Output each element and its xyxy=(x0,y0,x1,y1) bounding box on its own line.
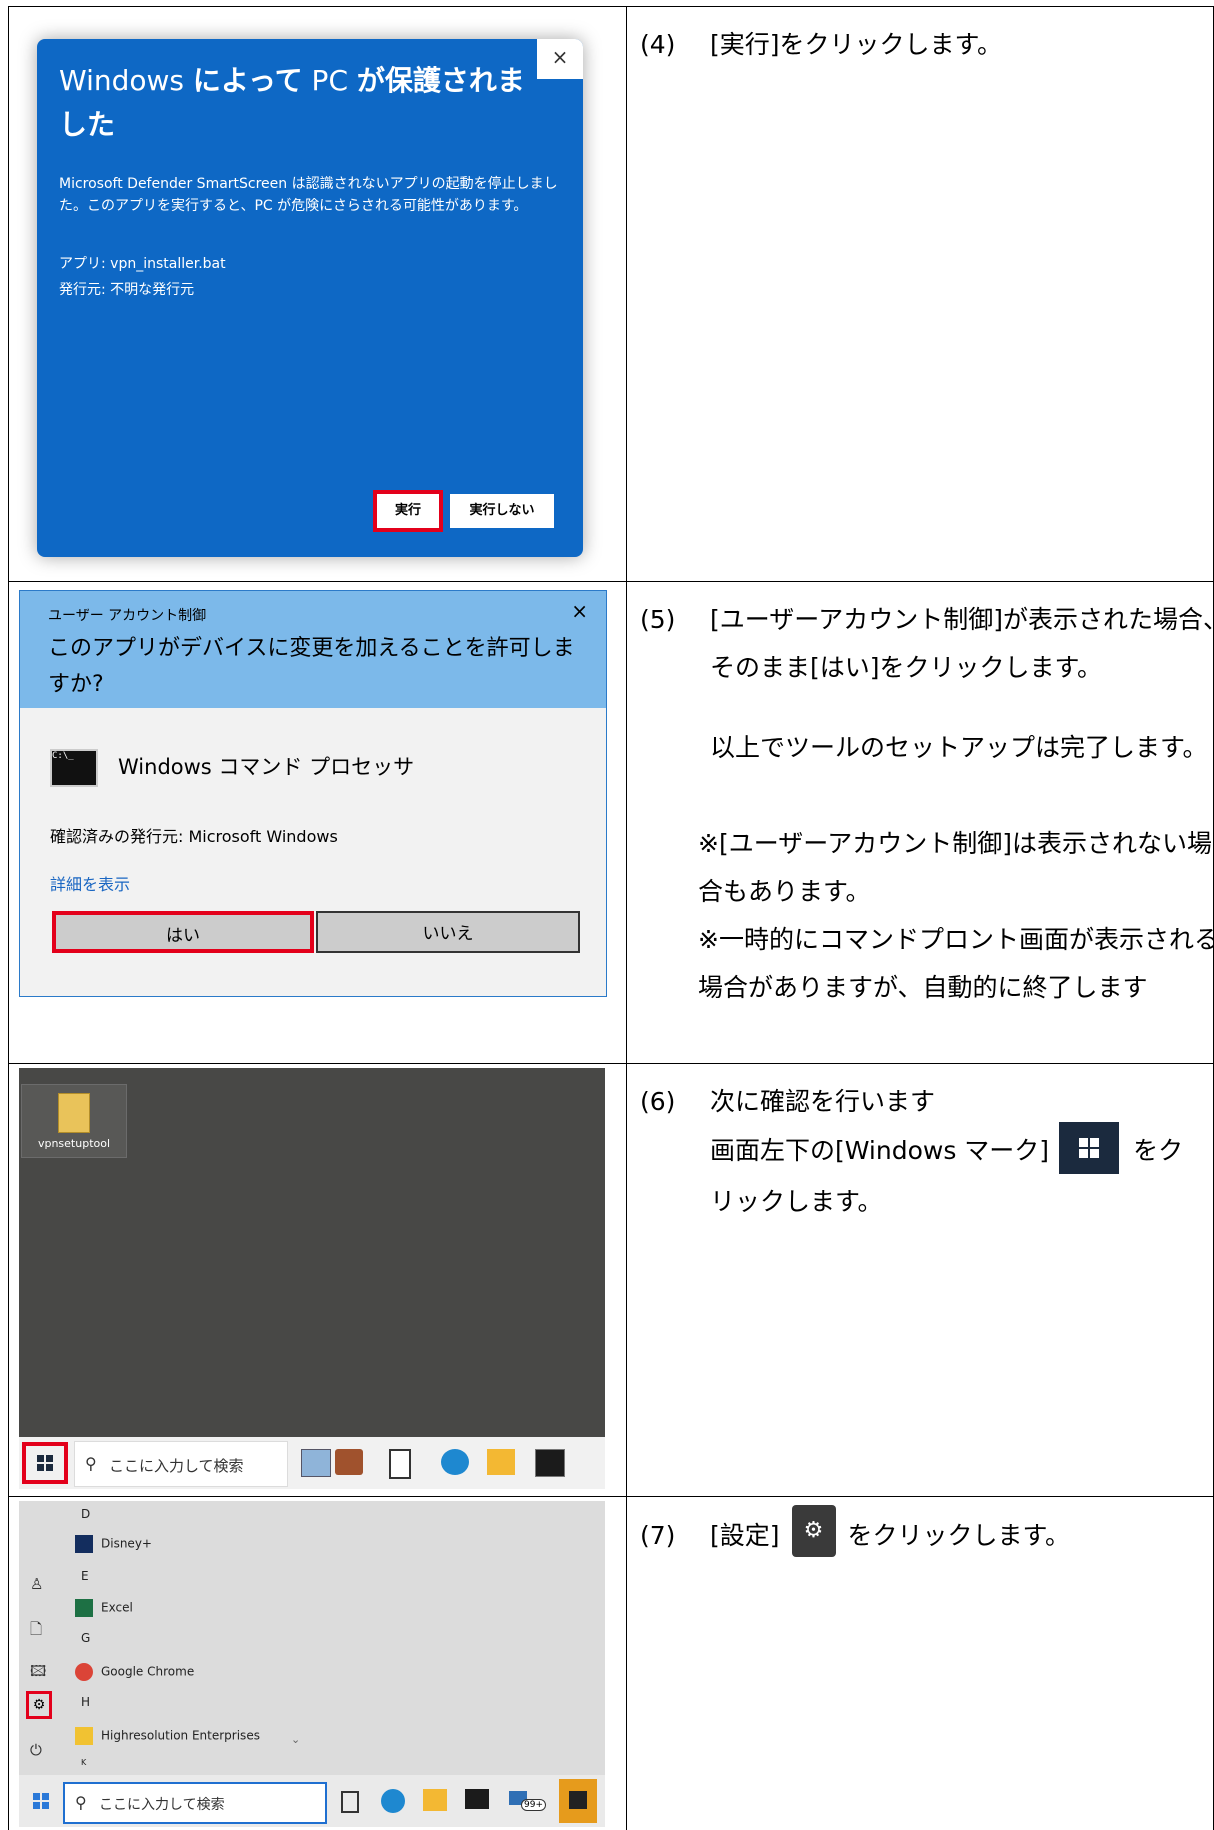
step-5-text-cont: そのまま[はい]をクリックします。 xyxy=(710,653,1103,682)
uac-title: ユーザー アカウント制御 xyxy=(48,608,207,624)
user-icon[interactable]: ♙ xyxy=(30,1575,43,1593)
task-view-icon[interactable] xyxy=(341,1791,359,1813)
taskbar-search[interactable]: ⚲ ここに入力して検索 xyxy=(74,1441,288,1487)
row7-screenshot-cell: ♙ 🗋 🖾 ⚙ ⏻ D Disney+ E Excel G Google Chr… xyxy=(8,1496,627,1830)
row6-instruction-cell: (6) 次に確認を行います 画面左下の[Windows マーク] をク リックします… xyxy=(626,1063,1214,1497)
row7-instruction-cell: (7) [設定] ⚙ をクリックします。 xyxy=(626,1496,1214,1830)
yes-button[interactable]: はい xyxy=(52,911,314,953)
start-menu-screenshot: ♙ 🗋 🖾 ⚙ ⏻ D Disney+ E Excel G Google Chr… xyxy=(19,1501,605,1827)
search-placeholder: ここに入力して検索 xyxy=(109,1457,244,1475)
show-details-link[interactable]: 詳細を表示 xyxy=(50,871,130,895)
uac-question: このアプリがデバイスに変更を加えることを許可しますか? xyxy=(48,636,575,697)
taskbar: ⚲ ここに入力して検索 99+ xyxy=(19,1775,605,1827)
chrome-icon xyxy=(75,1663,93,1681)
no-button[interactable]: いいえ xyxy=(316,911,580,953)
run-button[interactable]: 実行 xyxy=(373,490,443,532)
group-letter[interactable]: E xyxy=(81,1569,89,1583)
verified-publisher: 確認済みの発行元: Microsoft Windows xyxy=(50,827,338,846)
close-icon[interactable]: × xyxy=(571,599,588,623)
app-excel[interactable]: Excel xyxy=(75,1599,133,1617)
taskbar-search[interactable]: ⚲ ここに入力して検索 xyxy=(63,1782,327,1824)
uac-dialog: ユーザー アカウント制御 × このアプリがデバイスに変更を加えることを許可します… xyxy=(19,590,607,997)
row5-screenshot-cell: ユーザー アカウント制御 × このアプリがデバイスに変更を加えることを許可します… xyxy=(8,581,627,1064)
taskbar: ⚲ ここに入力して検索 xyxy=(19,1437,605,1489)
task-view-icon[interactable] xyxy=(389,1449,411,1479)
briefcase-icon[interactable] xyxy=(335,1449,363,1475)
row4-instruction-cell: (4) [実行]をクリックします。 xyxy=(626,6,1214,582)
row5-instruction-cell: (5) [ユーザーアカウント制御]が表示された場合、 そのまま[はい]をクリックし… xyxy=(626,581,1214,1064)
notification-badge: 99+ xyxy=(521,1799,546,1811)
laptop-icon[interactable] xyxy=(301,1449,331,1477)
step-6-text-cont: 画面左下の[Windows マーク] をク xyxy=(640,1122,1205,1178)
file-explorer-icon[interactable] xyxy=(487,1449,515,1475)
row4-screenshot-cell: × Windows によって PC が保護されました Microsoft Def… xyxy=(8,6,627,582)
folder-label: vpnsetuptool xyxy=(37,1137,111,1150)
chevron-down-icon[interactable]: ⌄ xyxy=(291,1733,300,1746)
step-7-text: (7) [設定] ⚙ をクリックします。 xyxy=(640,1505,1205,1563)
pictures-icon[interactable]: 🖾 xyxy=(30,1661,46,1686)
row6-screenshot-cell: vpnsetuptool ⚲ ここに入力して検索 xyxy=(8,1063,627,1497)
app-name: アプリ: vpn_installer.bat xyxy=(59,256,226,272)
publisher: 発行元: 不明な発行元 xyxy=(59,282,195,298)
setup-complete-text: 以上でツールのセットアップは完了します。 xyxy=(710,733,1208,762)
command-prompt-icon[interactable] xyxy=(535,1449,565,1477)
step-5-text: (5) [ユーザーアカウント制御]が表示された場合、 xyxy=(640,605,1214,634)
windows-logo-icon xyxy=(1059,1122,1120,1174)
edge-icon[interactable] xyxy=(441,1449,469,1475)
excel-icon xyxy=(75,1599,93,1617)
step-4-text: (4) [実行]をクリックします。 xyxy=(640,30,1003,59)
search-icon: ⚲ xyxy=(85,1454,97,1473)
windows-logo-icon xyxy=(37,1455,53,1471)
note-cmd-2: 場合がありますが、自動的に終了します xyxy=(698,973,1148,1002)
command-prompt-icon[interactable] xyxy=(465,1789,489,1809)
start-button[interactable] xyxy=(22,1442,68,1484)
settings-gear-icon: ⚙ xyxy=(791,1505,836,1557)
step-6-text: (6) 次に確認を行います xyxy=(640,1087,936,1116)
group-letter[interactable]: H xyxy=(81,1695,90,1709)
search-icon: ⚲ xyxy=(75,1793,87,1812)
app-disney[interactable]: Disney+ xyxy=(75,1535,152,1553)
disney-icon xyxy=(75,1535,93,1553)
note-uac-1: ※[ユーザーアカウント制御]は表示されない場 xyxy=(698,829,1212,858)
app-highresolution[interactable]: Highresolution Enterprises xyxy=(75,1727,260,1745)
note-uac-2: 合もあります。 xyxy=(698,877,871,906)
folder-icon xyxy=(75,1727,93,1745)
uac-header: ユーザー アカウント制御 × このアプリがデバイスに変更を加えることを許可します… xyxy=(20,591,606,708)
dont-run-button[interactable]: 実行しない xyxy=(450,494,554,528)
start-menu-rail: ♙ 🗋 🖾 ⚙ ⏻ xyxy=(19,1501,59,1775)
dialog-title: Windows によって PC が保護されました xyxy=(59,64,525,141)
settings-gear-icon[interactable]: ⚙ xyxy=(26,1691,52,1719)
document-icon[interactable]: 🗋 xyxy=(30,1619,42,1644)
folder-icon[interactable]: vpnsetuptool xyxy=(21,1084,127,1158)
file-explorer-icon[interactable] xyxy=(423,1789,447,1811)
uac-app-name: Windows コマンド プロセッサ xyxy=(118,755,415,779)
group-letter[interactable]: D xyxy=(81,1507,90,1521)
smartscreen-dialog: × Windows によって PC が保護されました Microsoft Def… xyxy=(37,39,583,557)
mail-icon[interactable]: 99+ xyxy=(507,1787,546,1813)
note-cmd-1: ※一時的にコマンドプロント画面が表示される xyxy=(698,925,1214,954)
desktop-screenshot: vpnsetuptool ⚲ ここに入力して検索 xyxy=(19,1068,605,1489)
command-prompt-icon: C:\_ xyxy=(50,749,98,787)
group-letter[interactable]: K xyxy=(81,1758,86,1767)
power-icon[interactable]: ⏻ xyxy=(30,1741,42,1759)
search-placeholder: ここに入力して検索 xyxy=(99,1797,225,1813)
sticky-notes-icon[interactable] xyxy=(559,1779,597,1823)
dialog-message: Microsoft Defender SmartScreen は認識されないアプ… xyxy=(59,176,558,214)
app-chrome[interactable]: Google Chrome xyxy=(75,1663,194,1681)
edge-icon[interactable] xyxy=(381,1789,405,1813)
step-6-text-end: リックします。 xyxy=(710,1187,883,1216)
group-letter[interactable]: G xyxy=(81,1631,90,1645)
windows-logo-icon[interactable] xyxy=(33,1793,49,1809)
